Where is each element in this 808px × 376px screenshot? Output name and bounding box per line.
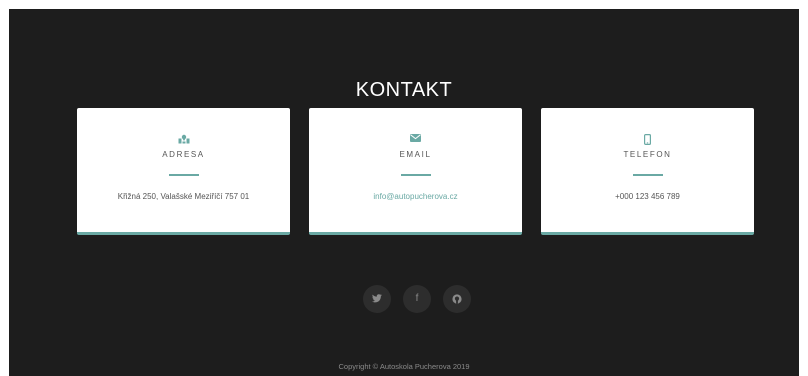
phone-text: +000 123 456 789 — [615, 192, 680, 201]
divider — [632, 174, 663, 176]
card-label: TELEFON — [623, 150, 672, 159]
divider — [168, 174, 199, 176]
email-card: EMAIL info@autopucherova.cz — [309, 108, 522, 235]
mobile-phone-icon — [541, 134, 754, 146]
card-label: EMAIL — [399, 150, 432, 159]
address-text: Křižná 250, Valašské Meziříčí 757 01 — [117, 192, 250, 201]
copyright-text: Copyright © Autoskola Pucherova 2019 — [338, 362, 470, 371]
envelope-icon — [309, 134, 522, 146]
facebook-icon: f — [415, 293, 419, 304]
address-card: ADRESA Křižná 250, Valašské Meziříčí 757… — [77, 108, 290, 235]
card-label: ADRESA — [162, 150, 205, 159]
github-icon — [452, 294, 462, 304]
twitter-link[interactable] — [363, 285, 391, 313]
facebook-link[interactable]: f — [403, 285, 431, 313]
divider — [400, 174, 431, 176]
phone-card: TELEFON +000 123 456 789 — [541, 108, 754, 235]
email-link[interactable]: info@autopucherova.cz — [309, 192, 522, 201]
github-link[interactable] — [443, 285, 471, 313]
section-title: KONTAKT — [355, 79, 453, 101]
contact-section: KONTAKT ADRESA Křižná 250, Valašské Mezi… — [9, 9, 799, 376]
map-icon — [77, 134, 290, 146]
social-links: f — [363, 285, 473, 313]
twitter-icon — [372, 294, 382, 303]
